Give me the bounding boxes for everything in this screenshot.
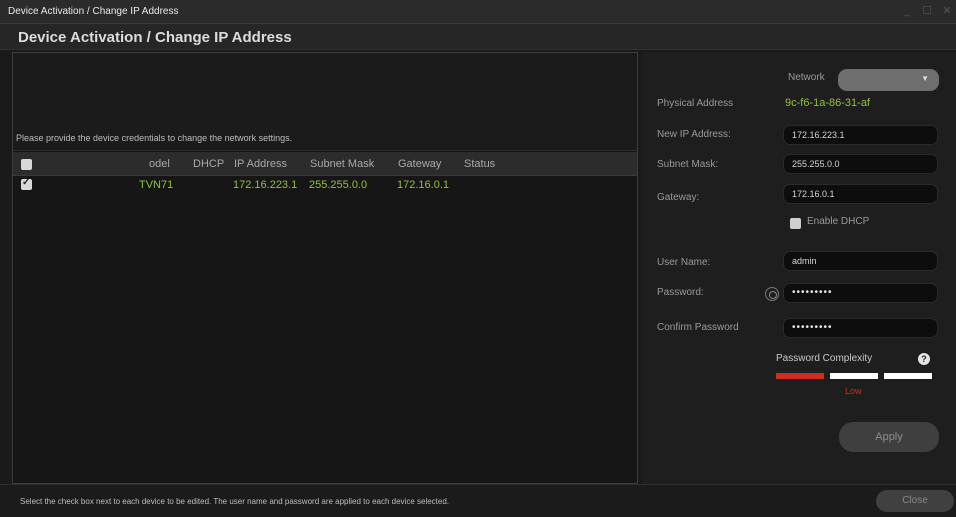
username-input[interactable]: admin bbox=[783, 251, 938, 271]
complexity-bar-1 bbox=[776, 373, 824, 379]
password-complexity-label: Password Complexity bbox=[776, 353, 873, 364]
column-header-dhcp[interactable]: DHCP bbox=[193, 158, 224, 170]
eye-icon[interactable] bbox=[765, 287, 779, 301]
row-checkbox[interactable] bbox=[21, 177, 32, 190]
cell-subnet-mask: 255.255.0.0 bbox=[309, 179, 368, 191]
cell-ip-address: 172.16.223.1 bbox=[233, 179, 298, 191]
network-label: Network bbox=[788, 72, 825, 83]
column-header-status[interactable]: Status bbox=[464, 158, 495, 170]
confirm-password-label: Confirm Password bbox=[657, 322, 739, 333]
info-area: Please provide the device credentials to… bbox=[13, 53, 637, 151]
footer: Select the check box next to each device… bbox=[0, 484, 956, 517]
title-bar: Device Activation / Change IP Address _ … bbox=[0, 0, 956, 24]
minimize-icon[interactable]: _ bbox=[902, 4, 912, 18]
column-header-model[interactable]: odel bbox=[149, 158, 170, 170]
grid-header: odel DHCP IP Address Subnet Mask Gateway… bbox=[13, 152, 637, 176]
new-ip-label: New IP Address: bbox=[657, 129, 731, 140]
cell-model: TVN71 bbox=[139, 179, 174, 191]
subnet-mask-label: Subnet Mask: bbox=[657, 159, 719, 170]
maximize-icon[interactable]: ☐ bbox=[922, 4, 932, 18]
info-message: Please provide the device credentials to… bbox=[16, 133, 293, 143]
dialog-header: Device Activation / Change IP Address bbox=[0, 24, 956, 50]
column-header-subnet-mask[interactable]: Subnet Mask bbox=[310, 158, 374, 170]
page-title: Device Activation / Change IP Address bbox=[18, 29, 292, 46]
window-controls: _ ☐ ✕ bbox=[902, 4, 952, 18]
complexity-bar-3 bbox=[884, 373, 932, 379]
enable-dhcp-checkbox[interactable] bbox=[790, 218, 801, 229]
window-title: Device Activation / Change IP Address bbox=[8, 6, 179, 17]
network-select[interactable]: ▼ bbox=[838, 69, 939, 91]
column-header-ip-address[interactable]: IP Address bbox=[234, 158, 287, 170]
password-label: Password: bbox=[657, 287, 704, 298]
password-input[interactable]: ••••••••• bbox=[783, 283, 938, 303]
settings-panel: Network ▼ Physical Address 9c-f6-1a-86-3… bbox=[642, 52, 956, 484]
help-icon[interactable]: ? bbox=[918, 353, 930, 365]
complexity-level: Low bbox=[845, 386, 862, 396]
apply-button[interactable]: Apply bbox=[839, 422, 939, 452]
physical-address-value: 9c-f6-1a-86-31-af bbox=[785, 97, 870, 109]
select-all-checkbox[interactable] bbox=[21, 159, 32, 170]
chevron-down-icon: ▼ bbox=[921, 74, 929, 83]
column-header-gateway[interactable]: Gateway bbox=[398, 158, 441, 170]
table-row[interactable]: TVN71 172.16.223.1 255.255.0.0 172.16.0.… bbox=[13, 177, 637, 193]
physical-address-label: Physical Address bbox=[657, 98, 734, 109]
enable-dhcp-label: Enable DHCP bbox=[807, 216, 870, 227]
gateway-label: Gateway: bbox=[657, 192, 700, 203]
subnet-mask-input[interactable]: 255.255.0.0 bbox=[783, 154, 938, 174]
device-panel: Please provide the device credentials to… bbox=[12, 52, 638, 484]
confirm-password-input[interactable]: ••••••••• bbox=[783, 318, 938, 338]
gateway-input[interactable]: 172.16.0.1 bbox=[783, 184, 938, 204]
complexity-bar-2 bbox=[830, 373, 878, 379]
footer-note: Select the check box next to each device… bbox=[20, 497, 450, 506]
close-icon[interactable]: ✕ bbox=[942, 4, 952, 18]
username-label: User Name: bbox=[657, 257, 711, 268]
cell-gateway: 172.16.0.1 bbox=[397, 179, 449, 191]
new-ip-input[interactable]: 172.16.223.1 bbox=[783, 125, 938, 145]
close-button[interactable]: Close bbox=[876, 490, 954, 512]
